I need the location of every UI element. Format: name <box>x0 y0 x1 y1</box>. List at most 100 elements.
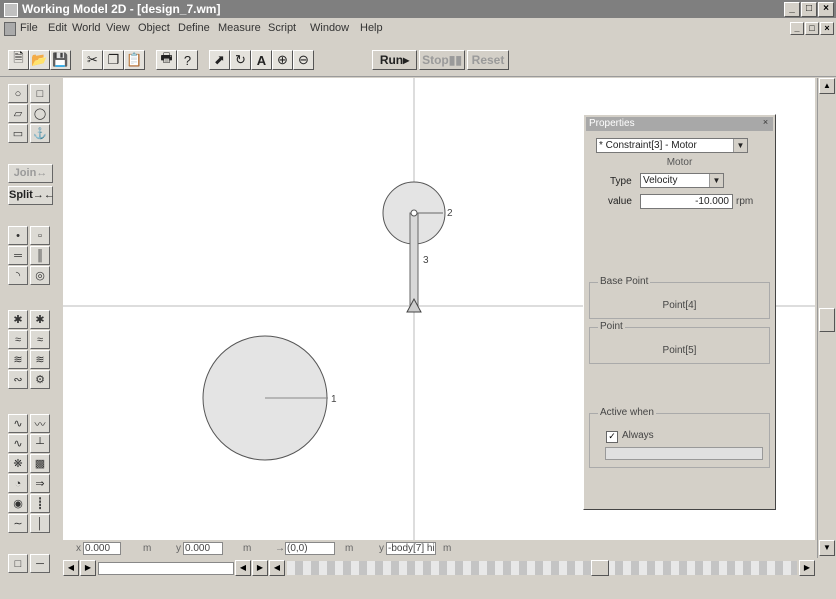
damper-icon[interactable]: ┴ <box>30 434 50 453</box>
force-icon[interactable]: ⇒ <box>30 474 50 493</box>
cut-icon[interactable]: ✂ <box>82 50 103 70</box>
chevron-down-icon[interactable]: ▼ <box>733 139 747 152</box>
print-icon[interactable]: 🖶 <box>156 50 177 70</box>
spring-icon[interactable]: 〰 <box>30 414 50 433</box>
zoom-out-icon[interactable]: ⊖ <box>293 50 314 70</box>
zoom-in-icon[interactable]: ⊕ <box>272 50 293 70</box>
y-coordinate-field[interactable]: 0.000 <box>183 542 223 555</box>
polygon-tool-icon[interactable]: ▱ <box>8 104 28 123</box>
horizontal-scroll-track[interactable] <box>287 561 797 575</box>
run-button[interactable]: Run▸ <box>372 50 417 70</box>
tape-play-icon[interactable]: ▶ <box>80 560 96 576</box>
tape-back-icon[interactable]: ◀ <box>235 560 251 576</box>
slot-horizontal-icon[interactable]: ═ <box>8 246 28 265</box>
keyed-slot-icon[interactable]: ≈ <box>30 330 50 349</box>
torsion-spring-icon[interactable]: ❋ <box>8 454 28 473</box>
x-coordinate-field[interactable]: 0.000 <box>83 542 121 555</box>
copy-icon[interactable]: ❐ <box>103 50 124 70</box>
menu-world[interactable]: World <box>72 22 101 34</box>
value-input[interactable]: -10.000 <box>640 194 733 209</box>
menu-script[interactable]: Script <box>268 22 296 34</box>
always-checkbox[interactable]: ✓ <box>606 431 618 443</box>
doc-close-button[interactable]: × <box>820 22 834 35</box>
vertical-scrollbar[interactable]: ▲ ▼ <box>817 78 836 558</box>
curved-slot-joint-icon[interactable]: ≋ <box>8 350 28 369</box>
tape-forward-icon[interactable]: ▶ <box>252 560 268 576</box>
document-icon[interactable] <box>4 22 16 36</box>
reset-button[interactable]: Reset <box>467 50 509 70</box>
scroll-right-button[interactable]: ▶ <box>799 560 815 576</box>
minimize-button[interactable]: _ <box>784 2 800 17</box>
stop-button[interactable]: Stop▮▮ <box>419 50 465 70</box>
constraint-icon[interactable]: □ <box>8 554 28 573</box>
type-dropdown[interactable]: Velocity ▼ <box>640 173 724 188</box>
square-point-tool-icon[interactable]: ▫ <box>30 226 50 245</box>
pulley-icon[interactable]: ◔ <box>8 474 28 493</box>
pin-joint-icon[interactable]: ◎ <box>30 266 50 285</box>
separator-icon[interactable]: │ <box>30 514 50 533</box>
menu-bar: File Edit World View Object Define Measu… <box>0 19 836 38</box>
rotate-icon[interactable]: ↻ <box>230 50 251 70</box>
paste-icon[interactable]: 📋 <box>124 50 145 70</box>
curved-polygon-tool-icon[interactable]: ◯ <box>30 104 50 123</box>
keyed-joint-icon[interactable]: ✱ <box>30 310 50 329</box>
doc-minimize-button[interactable]: _ <box>790 22 804 35</box>
close-button[interactable]: × <box>818 2 834 17</box>
rectangle-tool-icon[interactable]: ▭ <box>8 124 28 143</box>
split-button[interactable]: Split→← <box>8 186 55 205</box>
menu-object[interactable]: Object <box>138 22 170 34</box>
scroll-left-small-button[interactable]: ◀ <box>269 560 285 576</box>
slot-vertical-icon[interactable]: ║ <box>30 246 50 265</box>
base-point-value[interactable]: Point[4] <box>590 300 769 311</box>
properties-window: Properties × * Constraint[3] - Motor ▼ M… <box>583 114 776 510</box>
arrow-pointer-icon[interactable]: ⬈ <box>209 50 230 70</box>
text-tool-icon[interactable]: A <box>251 50 272 70</box>
rope-icon[interactable]: ∿ <box>8 414 28 433</box>
join-button[interactable]: Join↔ <box>8 164 53 183</box>
maximize-button[interactable]: □ <box>801 2 817 17</box>
menu-edit[interactable]: Edit <box>48 22 67 34</box>
line-tool-icon[interactable]: ─ <box>30 554 50 573</box>
doc-maximize-button[interactable]: □ <box>805 22 819 35</box>
menu-file[interactable]: File <box>20 22 38 34</box>
keyed-curved-slot-icon[interactable]: ≋ <box>30 350 50 369</box>
rigid-joint-icon[interactable]: ✱ <box>8 310 28 329</box>
point-tool-icon[interactable]: • <box>8 226 28 245</box>
body-y-field[interactable]: -body[7] hi <box>386 542 436 555</box>
chevron-down-icon[interactable]: ▼ <box>709 174 723 187</box>
help-pointer-icon[interactable]: ? <box>177 50 198 70</box>
torsion-damper-icon[interactable]: ▩ <box>30 454 50 473</box>
bottom-status-strip <box>0 578 836 599</box>
curved-slot-icon[interactable]: ◝ <box>8 266 28 285</box>
spring-damper-icon[interactable]: ∿ <box>8 434 28 453</box>
scroll-down-button[interactable]: ▼ <box>819 540 835 556</box>
gear-icon[interactable]: ⚙ <box>30 370 50 389</box>
rod-icon[interactable]: ∼ <box>8 514 28 533</box>
scroll-up-button[interactable]: ▲ <box>819 78 835 94</box>
menu-define[interactable]: Define <box>178 22 210 34</box>
value-label: value <box>608 196 632 207</box>
open-folder-icon[interactable]: 📂 <box>29 50 50 70</box>
save-icon[interactable]: 💾 <box>50 50 71 70</box>
vertical-scroll-thumb[interactable] <box>819 308 835 332</box>
motor-icon[interactable]: ◉ <box>8 494 28 513</box>
circle-tool-icon[interactable]: ○ <box>8 84 28 103</box>
active-when-field[interactable] <box>605 447 763 460</box>
pinned-slot-icon[interactable]: ≈ <box>8 330 28 349</box>
properties-close-icon[interactable]: × <box>760 118 771 128</box>
menu-help[interactable]: Help <box>360 22 383 34</box>
scroll-left-button[interactable]: ◀ <box>63 560 79 576</box>
actuator-icon[interactable]: ┋ <box>30 494 50 513</box>
tape-progress[interactable] <box>98 562 234 575</box>
menu-window[interactable]: Window <box>310 22 349 34</box>
curved-pin-slot-icon[interactable]: ∾ <box>8 370 28 389</box>
object-select-dropdown[interactable]: * Constraint[3] - Motor ▼ <box>596 138 748 153</box>
anchor-tool-icon[interactable]: ⚓ <box>30 124 50 143</box>
menu-view[interactable]: View <box>106 22 130 34</box>
rotation-field[interactable]: (0,0) <box>285 542 335 555</box>
new-file-icon[interactable]: 🗎 <box>8 50 29 70</box>
horizontal-scroll-thumb[interactable] <box>591 560 609 576</box>
point-value[interactable]: Point[5] <box>590 345 769 356</box>
menu-measure[interactable]: Measure <box>218 22 261 34</box>
square-tool-icon[interactable]: □ <box>30 84 50 103</box>
